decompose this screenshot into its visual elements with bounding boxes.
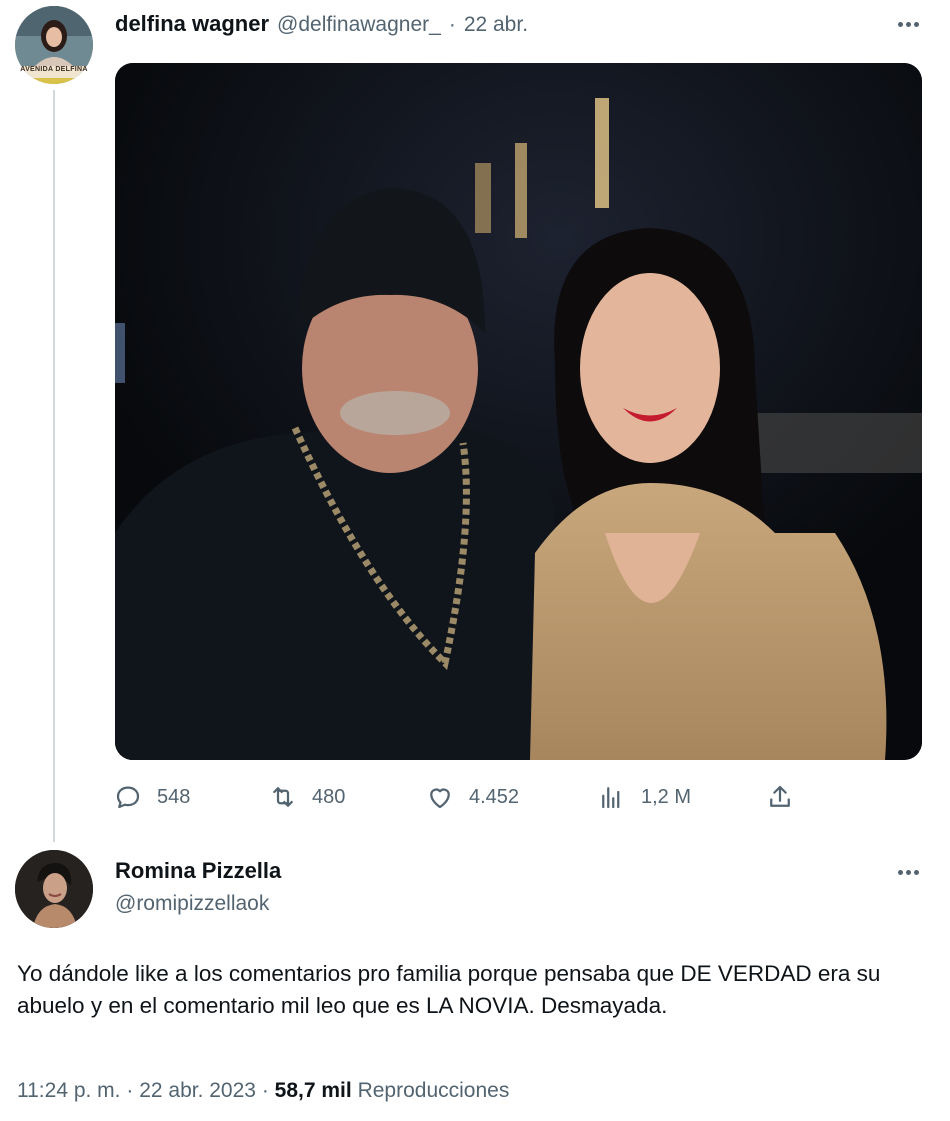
reply-author-block: Romina Pizzella @romipizzellaok: [115, 858, 281, 916]
footer-separator: ·: [126, 1079, 134, 1102]
reply-text: Yo dándole like a los comentarios pro fa…: [17, 961, 881, 1018]
like-action[interactable]: 4.452: [425, 782, 519, 812]
reply-views-label[interactable]: Reproducciones: [358, 1079, 510, 1102]
share-action[interactable]: [765, 782, 795, 812]
views-action[interactable]: 1,2 M: [597, 782, 691, 812]
avatar-caption: AVENIDA DELFINA: [20, 66, 88, 73]
tweet-date[interactable]: 22 abr.: [464, 13, 528, 37]
header-separator: ·: [448, 13, 456, 36]
reply-author-handle[interactable]: @romipizzellaok: [115, 892, 281, 916]
more-horizontal-icon[interactable]: [893, 862, 923, 882]
reply-date[interactable]: 22 abr. 2023: [139, 1079, 256, 1102]
heart-icon: [430, 788, 450, 809]
reply-action[interactable]: 548: [113, 782, 190, 812]
bar-chart-icon: [602, 787, 620, 809]
more-horizontal-icon[interactable]: [893, 14, 923, 34]
author-name[interactable]: delfina wagner: [115, 11, 269, 37]
reply-views-count[interactable]: 58,7 mil: [275, 1079, 352, 1102]
footer-separator: ·: [261, 1079, 269, 1102]
reply-time[interactable]: 11:24 p. m.: [17, 1079, 121, 1102]
retweet-action[interactable]: 480: [268, 782, 345, 812]
reply-count: 548: [157, 785, 191, 808]
avatar-romina[interactable]: [15, 850, 93, 928]
retweet-count: 480: [312, 785, 346, 808]
like-count: 4.452: [469, 785, 520, 808]
reply-footer: 11:24 p. m. · 22 abr. 2023 · 58,7 mil Re…: [17, 1079, 509, 1103]
share-upload-icon: [770, 785, 790, 807]
tweet-photo[interactable]: [115, 63, 922, 760]
tweet-header: delfina wagner @delfinawagner_ · 22 abr.: [115, 11, 528, 37]
author-handle[interactable]: @delfinawagner_: [277, 13, 441, 37]
retweet-arrows-icon: [273, 787, 293, 807]
views-count: 1,2 M: [641, 785, 692, 808]
speech-bubble-icon: [116, 786, 140, 809]
reply-author-name[interactable]: Romina Pizzella: [115, 858, 281, 884]
thread-connector-line: [53, 90, 55, 842]
